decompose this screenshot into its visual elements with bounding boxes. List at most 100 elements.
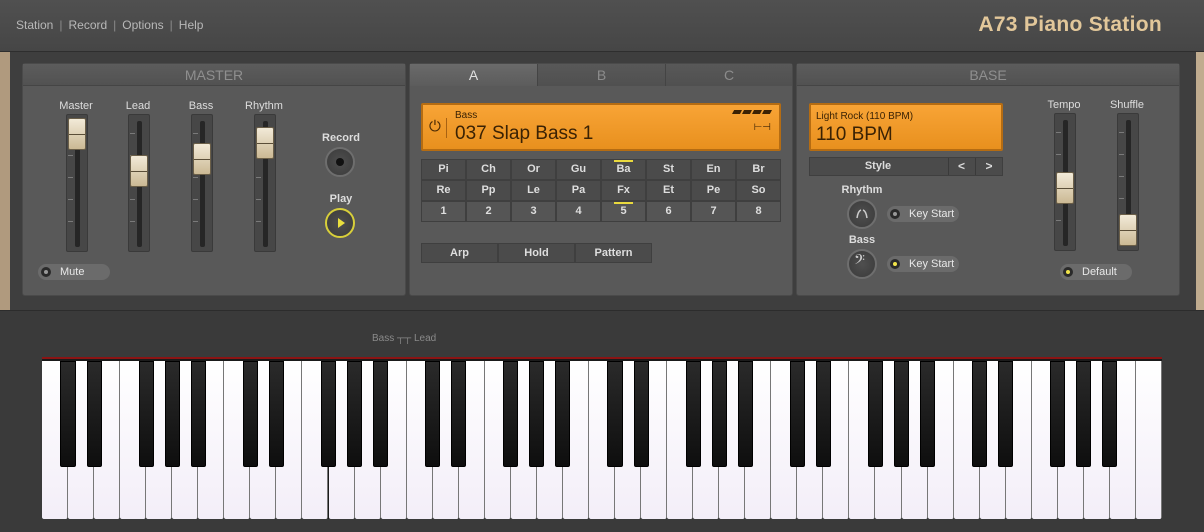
black-key[interactable] (320, 361, 337, 467)
black-key[interactable] (425, 361, 441, 467)
style-prev-button[interactable]: < (948, 158, 974, 175)
black-key[interactable] (268, 361, 284, 467)
black-key[interactable] (920, 361, 936, 467)
bass-clef-icon: 𝄢 (854, 252, 865, 271)
number-button[interactable]: 5 (601, 201, 646, 222)
right-frame (1196, 52, 1204, 310)
black-key[interactable] (737, 361, 753, 467)
slider-track (191, 114, 213, 252)
slider-track (1117, 113, 1139, 251)
default-toggle[interactable]: Default (1060, 264, 1132, 280)
black-key[interactable] (1102, 361, 1118, 467)
slider-knob[interactable] (1119, 214, 1137, 246)
instrument-button[interactable]: Ba (601, 159, 646, 180)
black-key[interactable] (815, 361, 831, 467)
hold-button[interactable]: Hold (498, 243, 575, 263)
number-button[interactable]: 3 (511, 201, 556, 222)
black-key[interactable] (373, 361, 389, 467)
number-button[interactable]: 8 (736, 201, 781, 222)
signal-bars-icon (731, 110, 773, 114)
black-key[interactable] (529, 361, 545, 467)
menu-options[interactable]: Options (122, 18, 163, 32)
number-button[interactable]: 4 (556, 201, 601, 222)
pattern-button[interactable]: Pattern (575, 243, 652, 263)
black-key[interactable] (138, 361, 154, 467)
tempo-slider[interactable]: Tempo (1044, 99, 1084, 259)
instrument-button[interactable]: Pp (466, 180, 511, 201)
bass-key-start-toggle[interactable]: Key Start (887, 256, 959, 272)
menu-separator: | (169, 18, 173, 32)
rhythm-button[interactable] (847, 199, 877, 229)
instrument-button[interactable]: Br (736, 159, 781, 180)
black-key[interactable] (1076, 361, 1092, 467)
lead-slider[interactable]: Lead (118, 100, 158, 260)
instrument-button[interactable]: Fx (601, 180, 646, 201)
slider-knob[interactable] (68, 118, 86, 150)
black-key[interactable] (607, 361, 623, 467)
number-button[interactable]: 7 (691, 201, 736, 222)
number-button[interactable]: 6 (646, 201, 691, 222)
instrument-button[interactable]: En (691, 159, 736, 180)
arp-button[interactable]: Arp (421, 243, 498, 263)
black-key[interactable] (685, 361, 701, 467)
black-key[interactable] (711, 361, 727, 467)
instrument-button[interactable]: Et (646, 180, 691, 201)
black-key[interactable] (164, 361, 180, 467)
instrument-button[interactable]: Pe (691, 180, 736, 201)
black-key[interactable] (555, 361, 571, 467)
power-icon[interactable]: ⏻ (429, 118, 447, 138)
style-next-button[interactable]: > (975, 158, 1002, 175)
tab-c[interactable]: C (666, 64, 792, 86)
rhythm-slider[interactable]: Rhythm (244, 100, 284, 260)
black-key[interactable] (60, 361, 76, 467)
rhythm-key-start-toggle[interactable]: Key Start (887, 206, 959, 222)
menu-record[interactable]: Record (68, 18, 107, 32)
number-button[interactable]: 1 (421, 201, 466, 222)
shuffle-slider[interactable]: Shuffle (1107, 99, 1147, 259)
black-key[interactable] (190, 361, 206, 467)
slider-track (128, 114, 150, 252)
style-name: Light Rock (110 BPM) (816, 111, 914, 122)
instrument-button[interactable]: Ch (466, 159, 511, 180)
slider-label: Rhythm (245, 100, 283, 112)
black-key[interactable] (242, 361, 258, 467)
instrument-button[interactable]: Pa (556, 180, 601, 201)
bass-slider[interactable]: Bass (181, 100, 221, 260)
menu-help[interactable]: Help (179, 18, 204, 32)
bass-button[interactable]: 𝄢 (847, 249, 877, 279)
menu-station[interactable]: Station (16, 18, 53, 32)
instrument-button[interactable]: Re (421, 180, 466, 201)
black-key[interactable] (451, 361, 467, 467)
black-key[interactable] (86, 361, 102, 467)
mute-toggle[interactable]: Mute (38, 264, 110, 280)
black-key[interactable] (998, 361, 1014, 467)
slider-knob[interactable] (193, 143, 211, 175)
black-key[interactable] (789, 361, 805, 467)
instrument-button[interactable]: Or (511, 159, 556, 180)
play-button[interactable] (325, 208, 355, 238)
black-key[interactable] (633, 361, 649, 467)
master-slider[interactable]: Master (56, 100, 96, 260)
black-key[interactable] (1050, 361, 1066, 467)
record-button[interactable] (325, 147, 355, 177)
black-key[interactable] (503, 361, 519, 467)
black-key[interactable] (972, 361, 988, 467)
instrument-button[interactable]: St (646, 159, 691, 180)
number-button[interactable]: 2 (466, 201, 511, 222)
slider-knob[interactable] (130, 155, 148, 187)
instrument-button[interactable]: So (736, 180, 781, 201)
slider-knob[interactable] (256, 127, 274, 159)
piano-keyboard[interactable] (42, 357, 1162, 519)
slider-knob[interactable] (1056, 172, 1074, 204)
master-title: MASTER (23, 64, 405, 86)
tab-a[interactable]: A (410, 64, 538, 86)
instrument-button[interactable]: Le (511, 180, 556, 201)
tab-b[interactable]: B (538, 64, 666, 86)
slider-label: Lead (125, 100, 151, 112)
instrument-button[interactable]: Gu (556, 159, 601, 180)
instrument-button[interactable]: Pi (421, 159, 466, 180)
white-key[interactable] (1135, 361, 1162, 519)
black-key[interactable] (867, 361, 884, 467)
black-key[interactable] (893, 361, 910, 467)
black-key[interactable] (347, 361, 363, 467)
